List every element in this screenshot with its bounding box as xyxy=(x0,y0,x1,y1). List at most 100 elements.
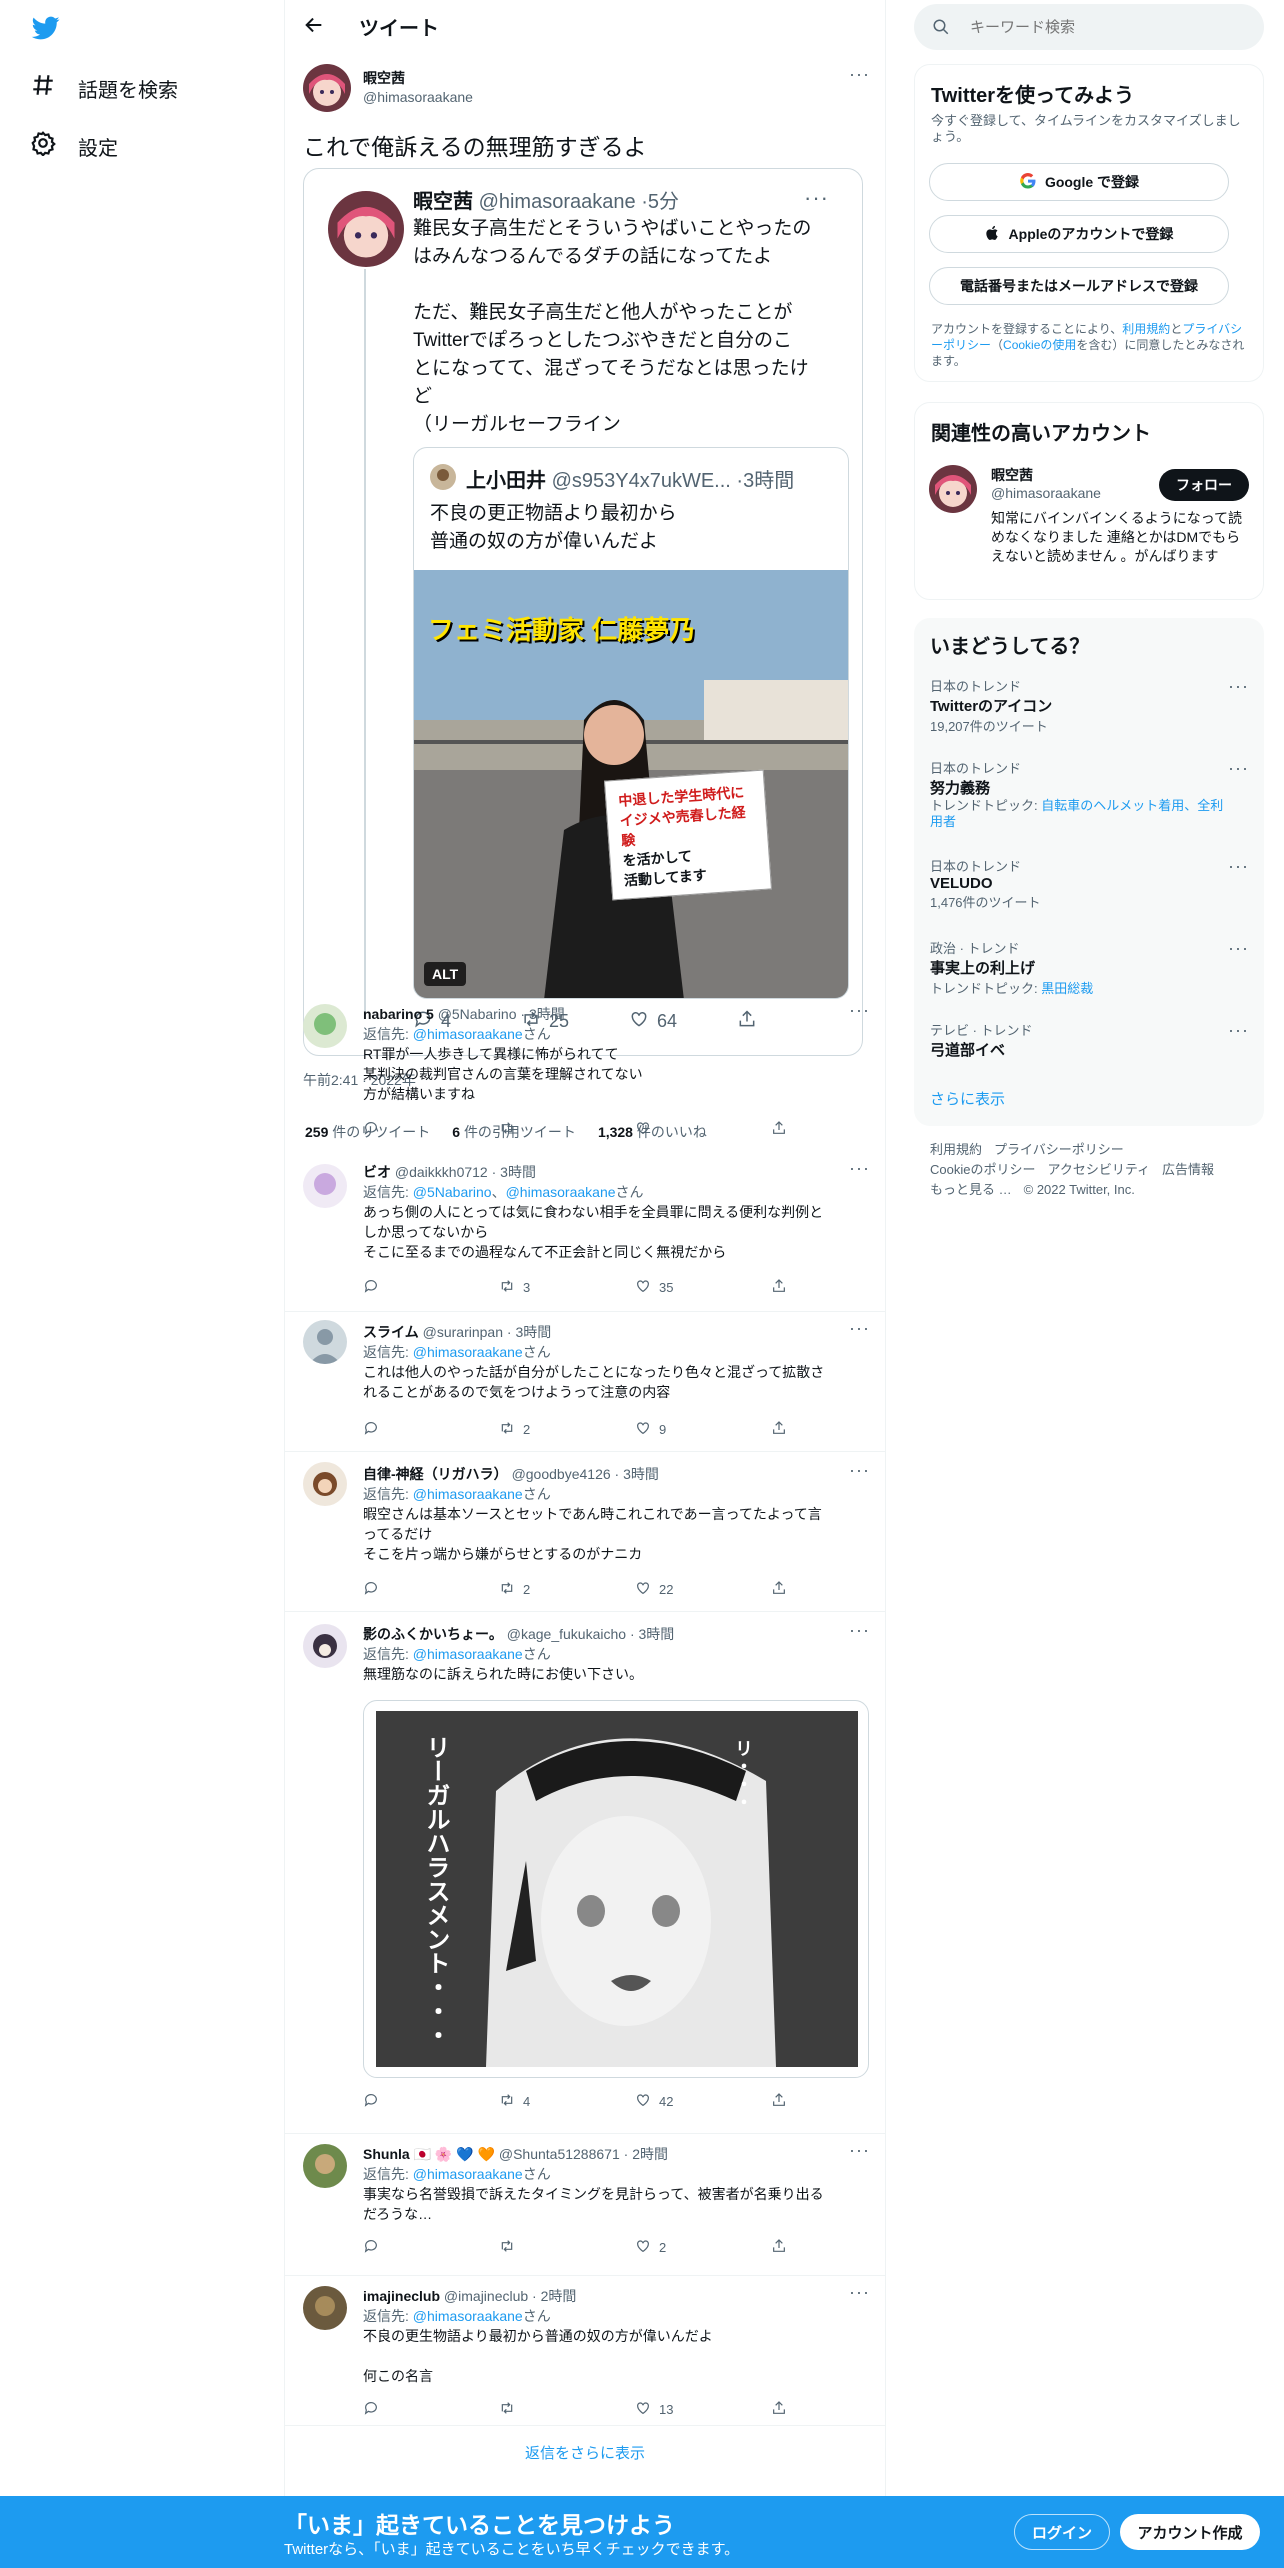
avatar[interactable] xyxy=(303,64,351,112)
reply-author-handle[interactable]: @5Nabarino xyxy=(438,1006,517,1022)
reply-tweet[interactable]: 影のふくかいちょー。 @kage_fukukaicho · 3時間 ··· 返信… xyxy=(285,1612,885,2134)
footer-link[interactable]: アクセシビリティ xyxy=(1047,1160,1150,1180)
more-options-icon[interactable]: ··· xyxy=(849,64,870,85)
like-button[interactable]: 35 xyxy=(635,1278,771,1297)
reply-author-name[interactable]: 影のふくかいちょー。 xyxy=(363,1626,503,1642)
reply-to-link[interactable]: @himasoraakane xyxy=(413,2308,523,2324)
inner-quote-image[interactable]: フェミ活動家 仁藤夢乃 中退した学生時代に イジメや売春した経験 を活かして 活… xyxy=(414,570,848,998)
retweet-button[interactable]: 4 xyxy=(499,2092,635,2111)
more-options-icon[interactable]: ··· xyxy=(849,1620,870,1641)
retweet-button[interactable]: 2 xyxy=(499,1580,635,1599)
avatar[interactable] xyxy=(303,1164,347,1208)
reply-author-name[interactable]: Shunla 🇯🇵 🌸 💙 🧡 xyxy=(363,2146,495,2162)
trends-show-more-link[interactable]: さらに表示 xyxy=(930,1088,1005,1109)
quote-time[interactable]: 5分 xyxy=(648,191,679,213)
reply-time[interactable]: 3時間 xyxy=(515,1324,551,1340)
apple-signup-button[interactable]: Appleのアカウントで登録 xyxy=(929,215,1229,253)
reply-button[interactable] xyxy=(363,1278,499,1297)
author-handle[interactable]: @himasoraakane xyxy=(363,89,473,105)
share-button[interactable] xyxy=(771,2400,801,2419)
inner-quote-card[interactable]: 上小田井 @s953Y4x7ukWE... ·3時間 不良の更正物語より最初から… xyxy=(413,447,849,999)
retweet-button[interactable] xyxy=(499,1120,635,1139)
reply-button[interactable] xyxy=(363,2400,499,2419)
reply-to-link[interactable]: @himasoraakane xyxy=(506,1184,616,1200)
more-options-icon[interactable]: ··· xyxy=(849,2140,870,2161)
avatar[interactable] xyxy=(303,1320,347,1364)
reply-tweet[interactable]: Shunla 🇯🇵 🌸 💙 🧡 @Shunta51288671 · 2時間 ··… xyxy=(285,2134,885,2276)
like-button[interactable]: 13 xyxy=(635,2400,771,2419)
related-name[interactable]: 暇空茜 xyxy=(991,465,1033,485)
reply-author-handle[interactable]: @imajineclub xyxy=(444,2288,528,2304)
reply-tweet[interactable]: ビオ @daikkkh0712 · 3時間 ··· 返信先: @5Nabarin… xyxy=(285,1156,885,1312)
reply-author-name[interactable]: 自律-神経（リガハラ） xyxy=(363,1466,508,1482)
share-button[interactable] xyxy=(771,1580,801,1599)
quote-author-name[interactable]: 暇空茜 xyxy=(413,191,473,213)
phone-email-signup-button[interactable]: 電話番号またはメールアドレスで登録 xyxy=(929,267,1229,305)
trend-topic-link[interactable]: 黒田総裁 xyxy=(1041,981,1093,996)
share-button[interactable] xyxy=(771,1120,801,1139)
quote-author-handle[interactable]: @himasoraakane xyxy=(479,191,636,213)
reply-author-handle[interactable]: @surarinpan xyxy=(423,1324,503,1340)
reply-button[interactable] xyxy=(363,1420,499,1439)
related-handle[interactable]: @himasoraakane xyxy=(991,485,1101,501)
reply-to-link[interactable]: @himasoraakane xyxy=(413,1026,523,1042)
twitter-logo-icon[interactable] xyxy=(30,14,62,47)
share-button[interactable] xyxy=(771,2092,801,2111)
inner-author-name[interactable]: 上小田井 xyxy=(466,470,546,492)
reply-button[interactable] xyxy=(363,1580,499,1599)
avatar[interactable] xyxy=(929,465,977,513)
nav-settings[interactable]: 設定 xyxy=(30,130,118,162)
reply-tweet[interactable]: imajineclub @imajineclub · 2時間 ··· 返信先: … xyxy=(285,2276,885,2426)
footer-link[interactable]: プライバシーポリシー xyxy=(994,1140,1124,1160)
avatar[interactable] xyxy=(303,2286,347,2330)
reply-author-handle[interactable]: @Shunta51288671 xyxy=(499,2146,620,2162)
avatar[interactable] xyxy=(303,1624,347,1668)
avatar[interactable] xyxy=(328,191,404,267)
reply-to-link[interactable]: @himasoraakane xyxy=(413,1344,523,1360)
more-options-icon[interactable]: ··· xyxy=(849,2282,870,2303)
reply-tweet[interactable]: nabarino 5 @5Nabarino · 3時間 ··· 返信先: @hi… xyxy=(285,996,885,1156)
reply-button[interactable] xyxy=(363,2238,499,2257)
reply-tweet[interactable]: 自律-神経（リガハラ） @goodbye4126 · 3時間 ··· 返信先: … xyxy=(285,1452,885,1612)
more-options-icon[interactable]: ··· xyxy=(849,1000,870,1021)
create-account-button[interactable]: アカウント作成 xyxy=(1120,2514,1260,2550)
reply-time[interactable]: 3時間 xyxy=(529,1006,565,1022)
trend-item[interactable]: 日本のトレンド 努力義務 トレンドトピック: 自転車のヘルメット着用、全利用者 … xyxy=(930,758,1250,830)
quoted-tweet-card[interactable]: 暇空茜 @himasoraakane ·5分 ··· 難民女子高生だとそういうや… xyxy=(303,168,863,1056)
more-options-icon[interactable]: ··· xyxy=(1228,758,1249,779)
reply-time[interactable]: 3時間 xyxy=(639,1626,675,1642)
like-button[interactable]: 2 xyxy=(635,2238,771,2257)
more-options-icon[interactable]: ··· xyxy=(849,1158,870,1179)
more-options-icon[interactable]: ··· xyxy=(1228,938,1249,959)
reply-author-handle[interactable]: @kage_fukukaicho xyxy=(507,1626,626,1642)
reply-time[interactable]: 3時間 xyxy=(500,1164,536,1180)
reply-time[interactable]: 2時間 xyxy=(541,2288,577,2304)
reply-to-link[interactable]: @5Nabarino xyxy=(413,1184,492,1200)
footer-link[interactable]: 広告情報 xyxy=(1162,1160,1214,1180)
nav-explore[interactable]: 話題を検索 xyxy=(30,72,178,104)
avatar[interactable] xyxy=(303,2144,347,2188)
retweet-button[interactable] xyxy=(499,2238,635,2257)
inner-author-handle[interactable]: @s953Y4x7ukWE... xyxy=(552,470,731,492)
back-arrow-icon[interactable] xyxy=(303,14,329,40)
terms-link[interactable]: 利用規約 xyxy=(1122,322,1170,336)
reply-to-link[interactable]: @himasoraakane xyxy=(413,2166,523,2182)
search-box[interactable] xyxy=(914,4,1264,50)
show-more-replies-link[interactable]: 返信をさらに表示 xyxy=(285,2442,885,2463)
google-signup-button[interactable]: Google で登録 xyxy=(929,163,1229,201)
trend-item[interactable]: テレビ · トレンド 弓道部イベ ··· xyxy=(930,1020,1250,1060)
like-button[interactable]: 9 xyxy=(635,1420,771,1439)
reply-author-name[interactable]: nabarino 5 xyxy=(363,1006,434,1022)
retweet-button[interactable] xyxy=(499,2400,635,2419)
more-options-icon[interactable]: ··· xyxy=(849,1460,870,1481)
inner-time[interactable]: 3時間 xyxy=(743,470,794,492)
reply-button[interactable] xyxy=(363,1120,499,1139)
cookie-link[interactable]: Cookieの使用 xyxy=(1003,338,1076,352)
reply-author-name[interactable]: スライム xyxy=(363,1324,419,1340)
share-button[interactable] xyxy=(771,1278,801,1297)
trend-item[interactable]: 政治 · トレンド 事実上の利上げ トレンドトピック: 黒田総裁 ··· xyxy=(930,938,1250,997)
avatar[interactable] xyxy=(303,1462,347,1506)
more-options-icon[interactable]: ··· xyxy=(804,185,829,211)
trend-item[interactable]: 日本のトレンド VELUDO 1,476件のツイート ··· xyxy=(930,856,1250,911)
reply-author-handle[interactable]: @daikkkh0712 xyxy=(395,1164,488,1180)
